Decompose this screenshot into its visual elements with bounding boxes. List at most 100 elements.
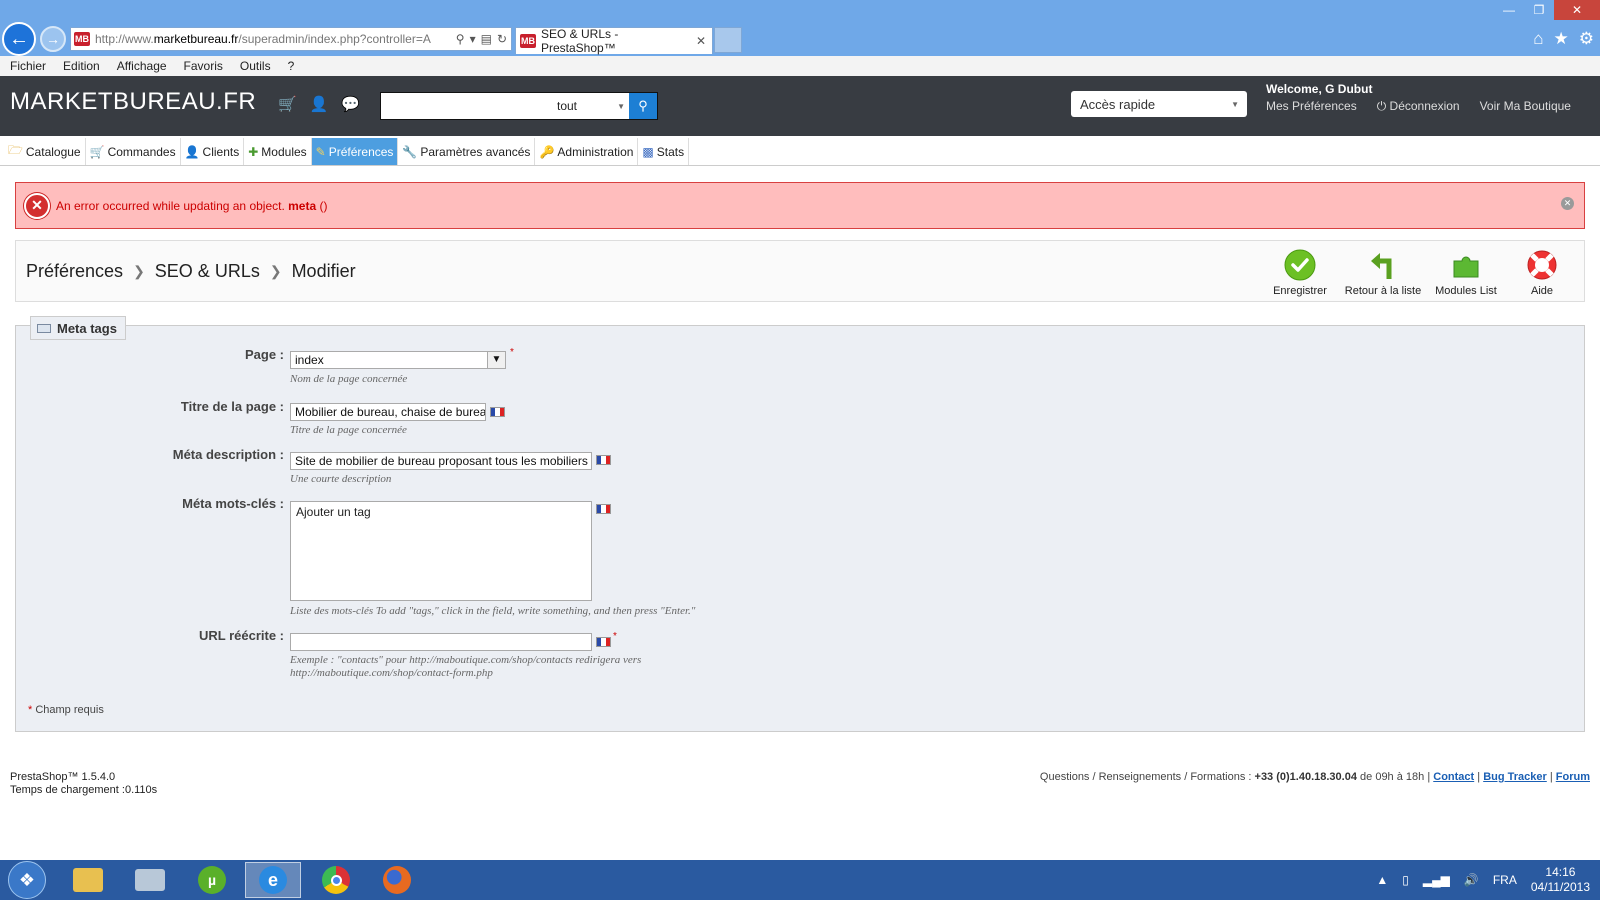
taskbar-explorer[interactable] (60, 862, 116, 898)
french-flag-icon[interactable] (596, 455, 611, 465)
menu-outils[interactable]: Outils (240, 59, 271, 73)
bug-tracker-link[interactable]: Bug Tracker (1483, 771, 1547, 783)
forum-link[interactable]: Forum (1556, 771, 1590, 783)
french-flag-icon[interactable] (596, 504, 611, 514)
tab-stats[interactable]: ▩ Stats (638, 138, 690, 165)
modules-list-button[interactable]: Modules List (1432, 249, 1500, 297)
breadcrumb-item: SEO & URLs (154, 261, 260, 281)
help-button[interactable]: Aide (1508, 249, 1576, 297)
view-shop-link[interactable]: Voir Ma Boutique (1480, 99, 1571, 114)
chrome-icon (322, 866, 350, 894)
new-tab-button[interactable] (714, 27, 742, 53)
forward-button[interactable]: → (40, 26, 66, 52)
menu-edition[interactable]: Edition (63, 59, 100, 73)
rewritten-url-input[interactable] (290, 633, 592, 651)
add-tag-placeholder: Ajouter un tag (296, 505, 371, 519)
address-url[interactable]: http://www.marketbureau.fr/superadmin/in… (95, 32, 456, 46)
home-icon[interactable]: ⌂ (1533, 29, 1543, 49)
close-icon[interactable]: ✕ (1561, 197, 1574, 210)
network-signal-icon[interactable]: ▂▄▆ (1423, 873, 1450, 887)
quick-access-select[interactable]: Accès rapide ▼ (1071, 91, 1247, 117)
shop-logo[interactable]: MARKETBUREAU.FR (10, 88, 256, 116)
save-button[interactable]: Enregistrer (1266, 249, 1334, 297)
compat-view-icon[interactable]: ▤ (481, 32, 492, 46)
phone-number: +33 (0)1.40.18.30.04 (1254, 771, 1357, 783)
favorites-star-icon[interactable]: ★ (1554, 29, 1569, 49)
tab-modules[interactable]: ✚ Modules (244, 138, 312, 165)
dropdown-icon[interactable]: ▾ (470, 32, 476, 46)
footer-info: PrestaShop™ 1.5.4.0 Temps de chargement … (10, 771, 157, 797)
french-flag-icon[interactable] (596, 637, 611, 647)
cart-icon[interactable]: 🛒 (278, 95, 297, 113)
folder-icon (73, 868, 103, 892)
back-button[interactable]: ← (2, 22, 36, 56)
start-button[interactable]: ❖ (8, 861, 46, 899)
bar-chart-icon: ▩ (642, 144, 654, 159)
back-to-list-button[interactable]: Retour à la liste (1342, 249, 1424, 297)
tab-commandes[interactable]: 🛒 Commandes (86, 138, 181, 165)
lifebuoy-icon (1526, 249, 1558, 281)
language-indicator[interactable]: FRA (1493, 873, 1517, 887)
address-bar[interactable]: MB http://www.marketbureau.fr/superadmin… (70, 27, 512, 51)
page-title-input[interactable]: Mobilier de bureau, chaise de bureau (290, 403, 486, 421)
device-icon[interactable]: ▯ (1402, 873, 1409, 887)
search-input[interactable] (381, 93, 551, 119)
clock[interactable]: 14:16 04/11/2013 (1531, 865, 1590, 895)
taskbar-chrome[interactable] (308, 862, 364, 898)
tab-preferences[interactable]: ✎ Préférences (311, 138, 399, 165)
search-button[interactable]: ⚲ (629, 93, 657, 119)
page-title-label: Titre de la page : (180, 399, 284, 414)
search-icon[interactable]: ⚲ (456, 32, 465, 46)
tab-clients[interactable]: 👤 Clients (181, 138, 245, 165)
taskbar-internet-explorer[interactable]: e (245, 862, 301, 898)
taskbar-firefox[interactable] (369, 862, 425, 898)
required-asterisk: * (613, 631, 617, 642)
tab-parametres-avances[interactable]: 🔧 Paramètres avancés (398, 138, 536, 165)
meta-description-input[interactable]: Site de mobilier de bureau proposant tou… (290, 452, 592, 470)
admin-header: MARKETBUREAU.FR 🛒 👤 💬 tout ▼ ⚲ Accès rap… (0, 76, 1600, 136)
settings-gear-icon[interactable]: ⚙ (1579, 29, 1594, 49)
meta-keywords-label: Méta mots-clés : (182, 496, 284, 511)
my-preferences-link[interactable]: Mes Préférences (1266, 99, 1357, 114)
new-customer-icon[interactable]: 👤 (310, 95, 329, 113)
volume-icon[interactable]: 🔊 (1464, 873, 1479, 887)
logout-link[interactable]: ⏻ Déconnexion (1377, 99, 1460, 114)
browser-tab-active[interactable]: MB SEO & URLs - PrestaShop™ ✕ (515, 27, 713, 55)
window-icon (135, 869, 165, 891)
french-flag-icon[interactable] (490, 407, 505, 417)
tab-administration[interactable]: 🔑 Administration (535, 138, 639, 165)
windows-logo-icon: ❖ (18, 869, 36, 890)
system-tray: ▲ ▯ ▂▄▆ 🔊 FRA 14:16 04/11/2013 (1376, 863, 1590, 897)
restore-icon[interactable]: ❐ (1524, 0, 1554, 20)
browser-titlebar: ← → MB http://www.marketbureau.fr/supera… (0, 0, 1600, 56)
search-scope-select[interactable]: tout ▼ (551, 93, 629, 119)
page-select[interactable]: index ▼ (290, 351, 506, 369)
messages-icon[interactable]: 💬 (341, 95, 360, 113)
tab-favicon-icon: MB (520, 34, 536, 48)
chevron-right-icon: ❯ (269, 263, 282, 279)
taskbar-app-2[interactable] (122, 862, 178, 898)
tab-catalogue[interactable]: 🗁 Catalogue (4, 138, 86, 165)
tab-close-icon[interactable]: ✕ (696, 34, 706, 48)
meta-keywords-tag-input[interactable]: Ajouter un tag (290, 501, 592, 601)
close-window-icon[interactable]: ✕ (1554, 0, 1600, 20)
meta-tags-fieldset: Meta tags Page : index ▼ * Nom de la pag… (15, 316, 1585, 732)
return-arrow-icon (1367, 249, 1399, 281)
menu-help[interactable]: ? (288, 59, 295, 73)
menu-fichier[interactable]: Fichier (10, 59, 46, 73)
chevron-down-icon: ▼ (1231, 99, 1239, 109)
search-icon: ⚲ (638, 98, 648, 113)
site-favicon-icon: MB (74, 32, 90, 46)
menu-affichage[interactable]: Affichage (117, 59, 167, 73)
breadcrumb-item: Préférences (26, 261, 124, 281)
wrench-icon: 🔧 (402, 144, 418, 159)
pencil-icon: ✎ (315, 144, 326, 159)
refresh-icon[interactable]: ↻ (497, 32, 507, 46)
taskbar-utorrent[interactable]: µ (184, 862, 240, 898)
page-help: Nom de la page concernée (290, 373, 408, 385)
contact-link[interactable]: Contact (1433, 771, 1474, 783)
show-hidden-icons-icon[interactable]: ▲ (1376, 873, 1388, 887)
user-icon: 👤 (184, 144, 200, 159)
menu-favoris[interactable]: Favoris (184, 59, 223, 73)
minimize-icon[interactable]: — (1494, 0, 1524, 20)
